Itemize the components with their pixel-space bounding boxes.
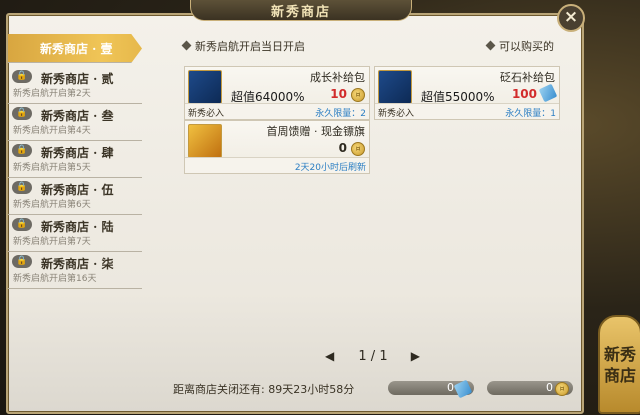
item-limit: 永久限量：1 — [505, 109, 556, 119]
diamond-icon — [181, 40, 192, 51]
pagination: ◀ 1 / 1 ▶ — [325, 349, 420, 367]
item-footer: 新秀必入 永久限量：2 — [185, 103, 369, 119]
sidebar-item-label: 新秀商店 · 壹 — [40, 42, 113, 56]
shop-title: 新秀商店 — [190, 0, 412, 21]
coupon-balance-value: 0 — [447, 381, 454, 394]
sidebar-item-shop-2[interactable]: 🔒 新秀商店 · 贰 新秀启航开启第2天 — [8, 67, 142, 104]
rookie-shop-tab[interactable]: 新秀 商店 — [598, 315, 640, 414]
refresh-time: 2天20小时后刷新 — [294, 163, 366, 173]
coin-icon: ¤ — [555, 382, 569, 396]
sidebar-item-shop-4[interactable]: 🔒 新秀商店 · 肆 新秀启航开启第5天 — [8, 141, 142, 178]
prev-page-button[interactable]: ◀ — [325, 349, 334, 363]
coin-icon: ¤ — [351, 142, 365, 156]
item-tag: 新秀必入 — [188, 109, 225, 119]
lock-icon: 🔒 — [12, 144, 32, 157]
item-footer: 2天20小时后刷新 — [185, 157, 369, 173]
shop-item-card[interactable]: 成长补给包 超值64000% 10 ¤ 新秀必入 永久限量：2 — [184, 66, 370, 120]
sidebar-item-label: 新秀商店 · 肆 — [41, 146, 114, 160]
tab-label-top: 新秀 — [603, 344, 636, 364]
item-price: 100 — [511, 87, 537, 101]
sidebar-item-sub: 新秀启航开启第5天 — [13, 163, 91, 173]
tab-label-bottom: 商店 — [603, 365, 636, 385]
open-notice: 新秀启航开启当日开启 — [181, 38, 305, 54]
sidebar-item-label: 新秀商店 · 伍 — [41, 183, 114, 197]
next-page-button[interactable]: ▶ — [411, 349, 420, 363]
sidebar-item-sub: 新秀启航开启第2天 — [13, 89, 91, 99]
sidebar-item-label: 新秀商店 · 叁 — [41, 109, 114, 123]
lock-icon: 🔒 — [12, 218, 32, 231]
diamond-icon — [485, 40, 496, 51]
sidebar-item-shop-7[interactable]: 🔒 新秀商店 · 柒 新秀启航开启第16天 — [8, 252, 142, 289]
item-name: 砭石补给包 — [500, 71, 555, 84]
item-footer: 新秀必入 永久限量：1 — [375, 103, 559, 119]
item-tag: 新秀必入 — [378, 109, 415, 119]
sidebar-item-shop-1[interactable]: 新秀商店 · 壹 — [8, 34, 142, 63]
sidebar-item-sub: 新秀启航开启第4天 — [13, 126, 91, 136]
sidebar-item-label: 新秀商店 · 陆 — [41, 220, 114, 234]
flag-icon — [188, 124, 222, 158]
purchasable-filter[interactable]: 可以购买的 — [485, 38, 554, 54]
sidebar-item-sub: 新秀启航开启第16天 — [13, 274, 97, 284]
supply-box-icon — [378, 70, 412, 104]
item-limit: 永久限量：2 — [315, 109, 366, 119]
coin-balance-value: 0 — [546, 381, 553, 394]
sidebar-item-label: 新秀商店 · 贰 — [41, 72, 114, 86]
shop-item-card[interactable]: 首周馈赠 · 现金镖旗 0 ¤ 2天20小时后刷新 — [184, 120, 370, 174]
coupon-icon — [538, 83, 558, 103]
sidebar-item-shop-3[interactable]: 🔒 新秀商店 · 叁 新秀启航开启第4天 — [8, 104, 142, 141]
item-name: 首周馈赠 · 现金镖旗 — [266, 125, 366, 138]
lock-icon: 🔒 — [12, 181, 32, 194]
lock-icon: 🔒 — [12, 70, 32, 83]
shop-item-card[interactable]: 砭石补给包 超值55000% 100 新秀必入 永久限量：1 — [374, 66, 560, 120]
lock-icon: 🔒 — [12, 255, 32, 268]
item-name: 成长补给包 — [310, 71, 365, 84]
sidebar-item-label: 新秀商店 · 柒 — [41, 257, 114, 271]
item-price: 10 — [330, 87, 347, 101]
shop-close-timer: 距离商店关闭还有: 89天23小时58分 — [173, 383, 355, 396]
page-indicator: 1 / 1 — [358, 349, 388, 364]
coin-icon: ¤ — [351, 88, 365, 102]
coupon-balance: 0 — [388, 379, 474, 399]
coin-balance: 0 ¤ — [487, 381, 573, 396]
sidebar-item-sub: 新秀启航开启第6天 — [13, 200, 91, 210]
item-price: 0 — [338, 141, 347, 155]
sidebar-item-shop-5[interactable]: 🔒 新秀商店 · 伍 新秀启航开启第6天 — [8, 178, 142, 215]
sidebar-item-sub: 新秀启航开启第7天 — [13, 237, 91, 247]
supply-box-icon — [188, 70, 222, 104]
sidebar: 新秀商店 · 壹 🔒 新秀商店 · 贰 新秀启航开启第2天 🔒 新秀商店 · 叁… — [8, 34, 142, 289]
close-button[interactable]: × — [557, 4, 585, 32]
lock-icon: 🔒 — [12, 107, 32, 120]
sidebar-item-shop-6[interactable]: 🔒 新秀商店 · 陆 新秀启航开启第7天 — [8, 215, 142, 252]
